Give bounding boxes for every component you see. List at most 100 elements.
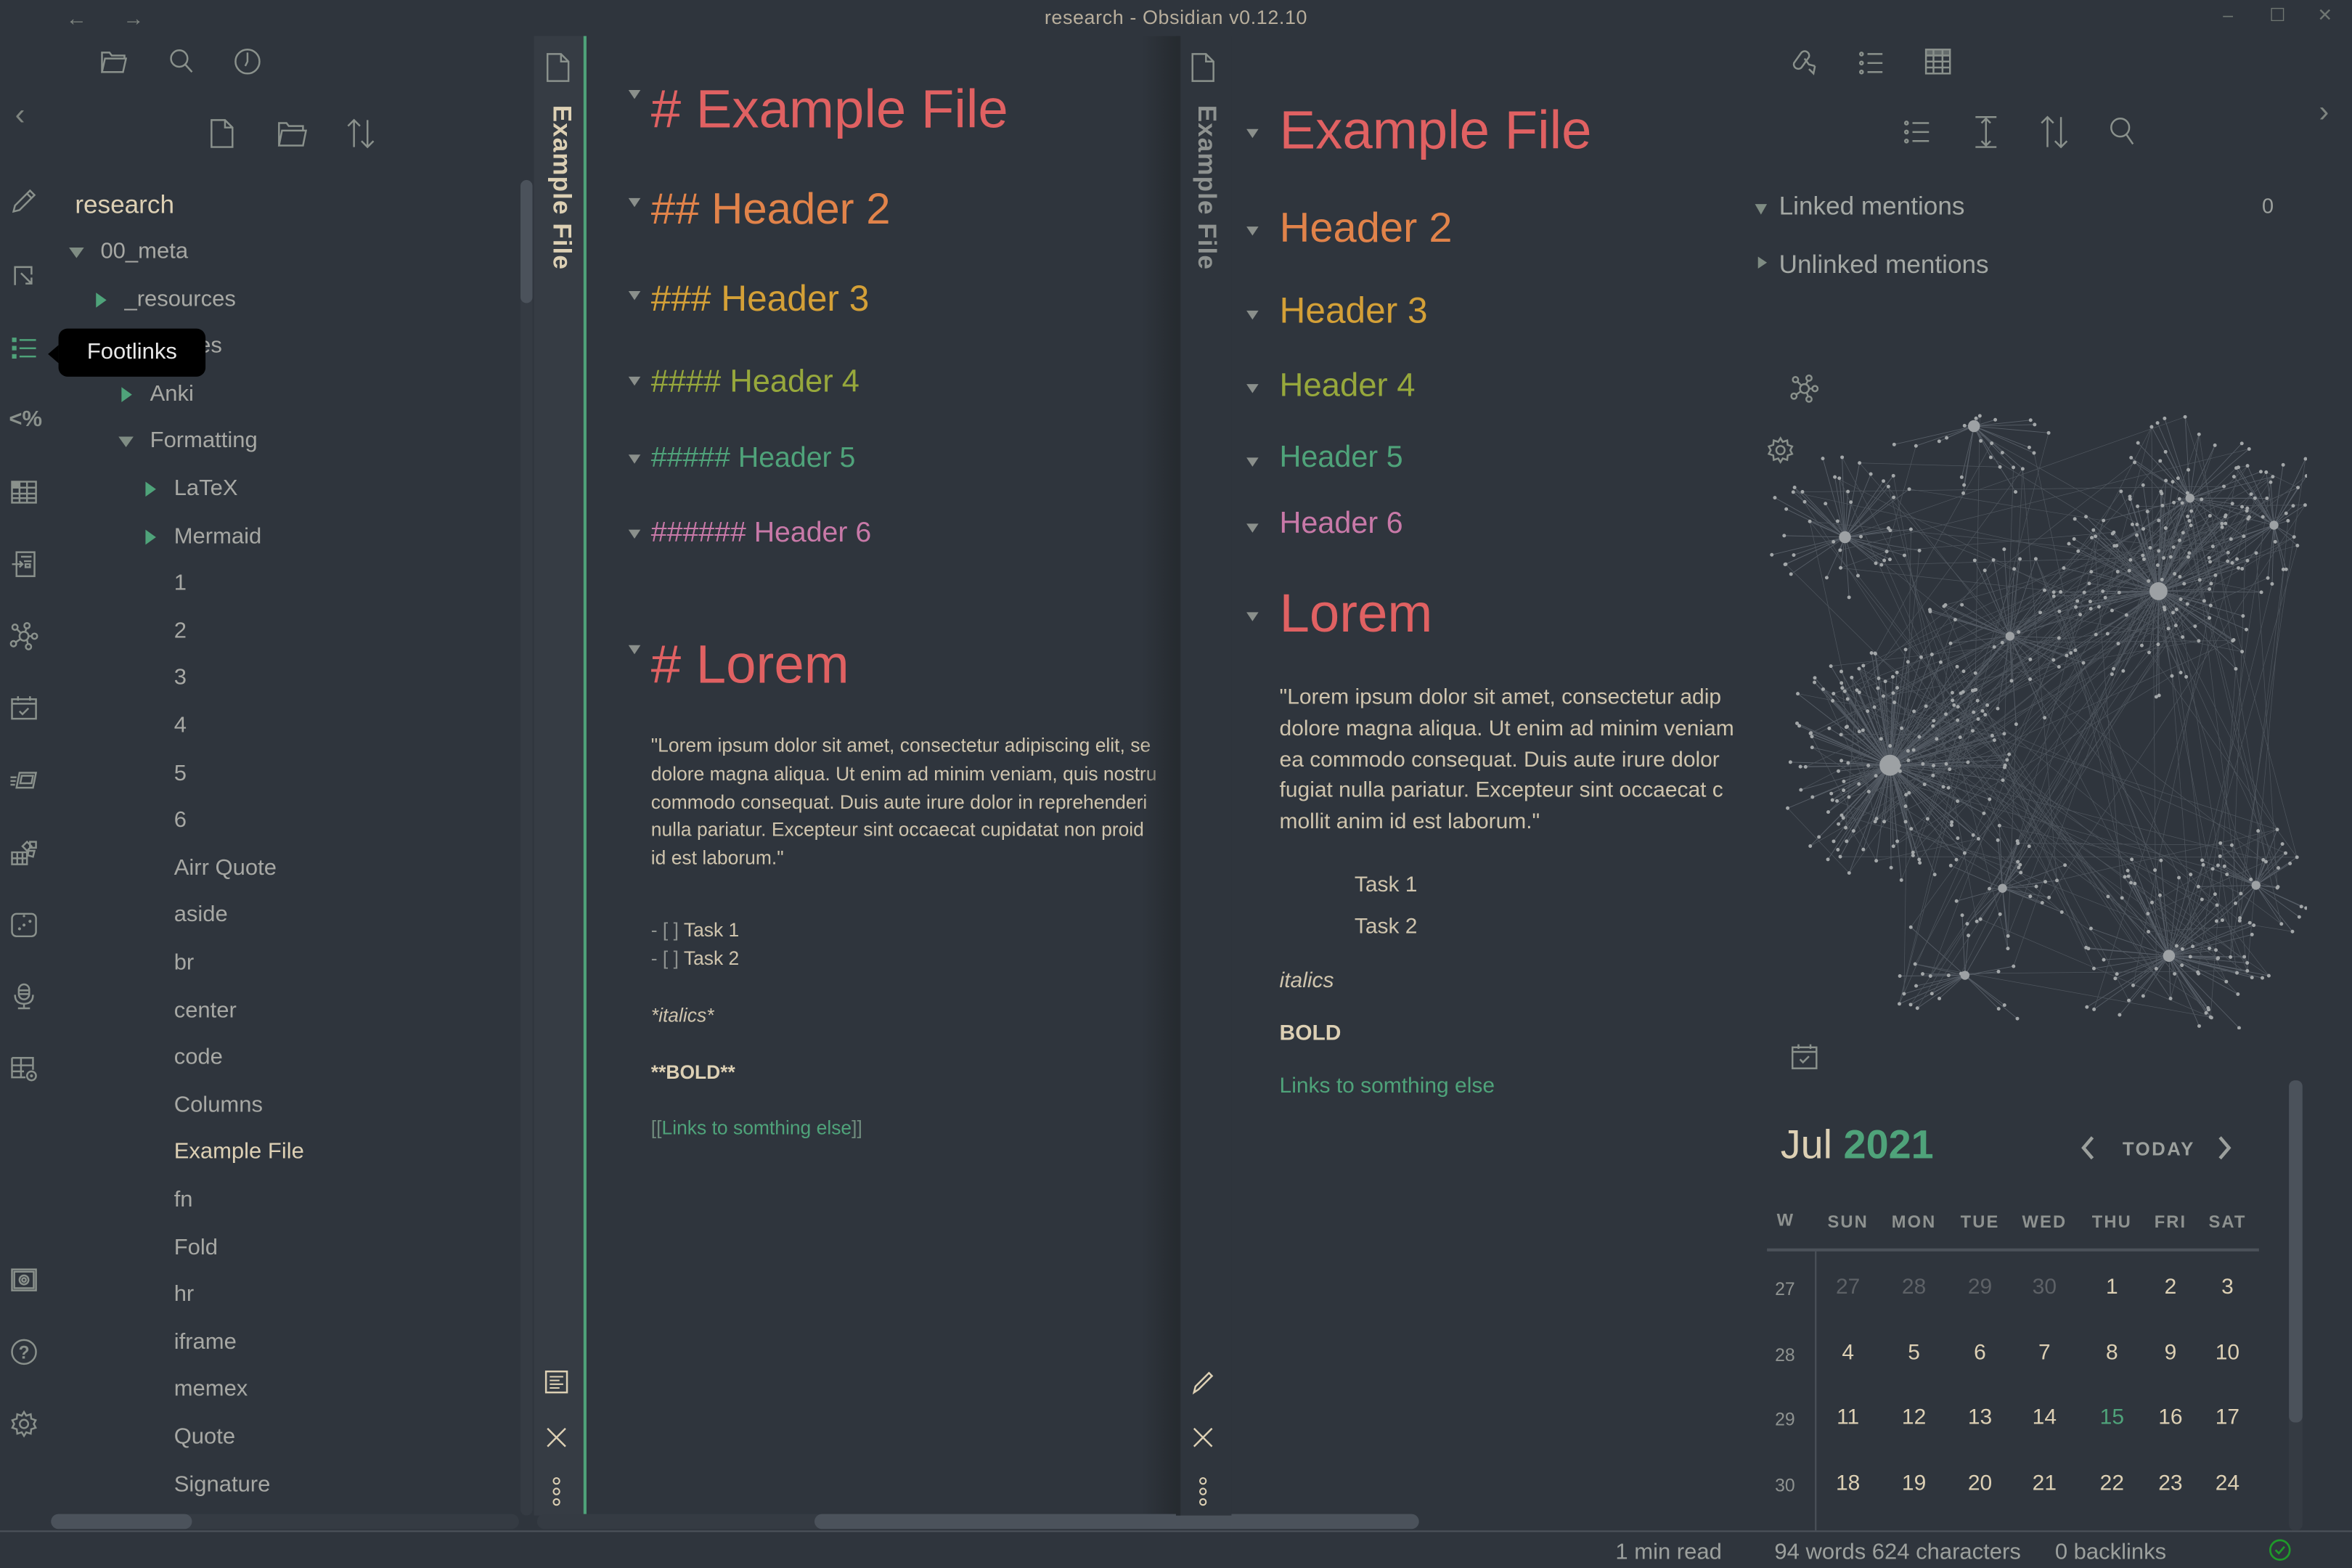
- source-bold[interactable]: **BOLD**: [651, 1059, 735, 1087]
- graph-node[interactable]: [2115, 972, 2119, 976]
- clock-icon[interactable]: [232, 46, 262, 76]
- graph-node[interactable]: [2082, 590, 2086, 595]
- graph-node[interactable]: [1857, 690, 1861, 695]
- calendar-day[interactable]: 9: [2141, 1341, 2201, 1365]
- graph-node[interactable]: [2145, 510, 2149, 514]
- graph-node[interactable]: [2218, 854, 2222, 859]
- graph-hub-node[interactable]: [1839, 531, 1851, 544]
- open-link-icon[interactable]: [9, 261, 38, 291]
- graph-node[interactable]: [2141, 527, 2146, 531]
- graph-node[interactable]: [1784, 507, 1789, 511]
- graph-node[interactable]: [2130, 522, 2134, 526]
- graph-node[interactable]: [2207, 555, 2211, 560]
- graph-node[interactable]: [2239, 441, 2244, 446]
- graph-node[interactable]: [1850, 675, 1854, 679]
- graph-node[interactable]: [1960, 913, 1964, 918]
- graph-node[interactable]: [1902, 992, 1906, 996]
- calendar-day[interactable]: 8: [2082, 1341, 2142, 1365]
- graph-node[interactable]: [2288, 861, 2292, 865]
- graph-node[interactable]: [2224, 513, 2228, 518]
- graph-node[interactable]: [1996, 706, 2000, 711]
- graph-node[interactable]: [2055, 878, 2059, 883]
- graph-node[interactable]: [1983, 713, 1988, 717]
- graph-node[interactable]: [2281, 567, 2285, 571]
- graph-node[interactable]: [2254, 551, 2258, 555]
- graph-node[interactable]: [1914, 444, 1918, 448]
- graph-node[interactable]: [1992, 738, 1996, 743]
- graph-node[interactable]: [2249, 492, 2253, 497]
- graph-node[interactable]: [2112, 666, 2116, 671]
- graph-node[interactable]: [2141, 553, 2145, 558]
- graph-node[interactable]: [1960, 603, 1964, 607]
- calendar-day[interactable]: 23: [2141, 1471, 2201, 1495]
- graph-node[interactable]: [2084, 515, 2088, 519]
- calendar-day[interactable]: 1: [2082, 1275, 2142, 1299]
- graph-node[interactable]: [1832, 839, 1836, 844]
- graph-node[interactable]: [2275, 828, 2279, 832]
- graph-node[interactable]: [1930, 653, 1934, 657]
- graph-node[interactable]: [2191, 944, 2195, 949]
- graph-node[interactable]: [2162, 605, 2166, 610]
- graph-node[interactable]: [2038, 611, 2043, 615]
- graph-node[interactable]: [1908, 925, 1913, 929]
- graph-node[interactable]: [2292, 535, 2296, 539]
- graph-node[interactable]: [1824, 502, 1828, 506]
- graph-node[interactable]: [1821, 457, 1825, 461]
- graph-node[interactable]: [2059, 589, 2063, 594]
- graph-node[interactable]: [2088, 926, 2093, 931]
- graph-node[interactable]: [1851, 829, 1855, 833]
- graph-node[interactable]: [2001, 778, 2005, 783]
- graph-node[interactable]: [1798, 764, 1802, 769]
- graph-node[interactable]: [2235, 971, 2239, 975]
- graph-node[interactable]: [1872, 705, 1877, 709]
- graph-node[interactable]: [2261, 515, 2265, 519]
- source-link[interactable]: [[Links to somthing else]]: [651, 1115, 862, 1143]
- graph-node[interactable]: [1891, 691, 1895, 695]
- graph-node[interactable]: [2128, 558, 2133, 562]
- graph-node[interactable]: [2012, 465, 2016, 470]
- graph-node[interactable]: [1921, 972, 1925, 976]
- graph-node[interactable]: [2000, 451, 2004, 455]
- graph-node[interactable]: [1946, 973, 1951, 978]
- graph-node[interactable]: [2245, 968, 2250, 973]
- graph-node[interactable]: [1993, 417, 1998, 422]
- graph-node[interactable]: [2009, 679, 2014, 683]
- graph-node[interactable]: [2197, 1024, 2201, 1028]
- calendar-day[interactable]: 20: [1950, 1471, 2010, 1495]
- graph-node[interactable]: [2043, 588, 2046, 592]
- explorer-scrollbar-thumb[interactable]: [520, 180, 533, 303]
- graph-node[interactable]: [2218, 841, 2223, 845]
- graph-node[interactable]: [2014, 490, 2018, 494]
- graph-node[interactable]: [2245, 961, 2250, 965]
- graph-node[interactable]: [1889, 865, 1893, 870]
- graph-node[interactable]: [2119, 489, 2123, 494]
- graph-node[interactable]: [2216, 956, 2220, 960]
- graph-node[interactable]: [2214, 948, 2218, 952]
- graph-node[interactable]: [2174, 608, 2179, 611]
- templater-icon[interactable]: <%: [9, 405, 42, 435]
- graph-node[interactable]: [2185, 602, 2189, 606]
- graph-node[interactable]: [1950, 820, 1954, 824]
- graph-node[interactable]: [1932, 873, 1937, 877]
- graph-node[interactable]: [1836, 769, 1840, 773]
- graph-node[interactable]: [1919, 655, 1923, 659]
- graph-node[interactable]: [2136, 441, 2140, 445]
- graph-node[interactable]: [2225, 873, 2229, 877]
- graph-node[interactable]: [2276, 885, 2280, 889]
- graph-node[interactable]: [1857, 730, 1861, 734]
- graph-node[interactable]: [2127, 998, 2131, 1003]
- graph-node[interactable]: [1961, 669, 1966, 674]
- graph-node[interactable]: [2174, 944, 2179, 948]
- graph-node[interactable]: [2141, 483, 2145, 487]
- graph-node[interactable]: [2236, 992, 2240, 996]
- graph-node[interactable]: [1956, 799, 1960, 804]
- graph-node[interactable]: [2186, 514, 2190, 518]
- graph-node[interactable]: [1808, 844, 1813, 848]
- graph-node[interactable]: [2133, 881, 2137, 886]
- graph-node[interactable]: [1809, 731, 1813, 735]
- graph-node[interactable]: [1898, 1002, 1901, 1006]
- graph-node[interactable]: [2091, 528, 2096, 532]
- graph-node[interactable]: [2075, 599, 2080, 603]
- graph-node[interactable]: [2028, 418, 2033, 422]
- graph-node[interactable]: [2012, 964, 2016, 968]
